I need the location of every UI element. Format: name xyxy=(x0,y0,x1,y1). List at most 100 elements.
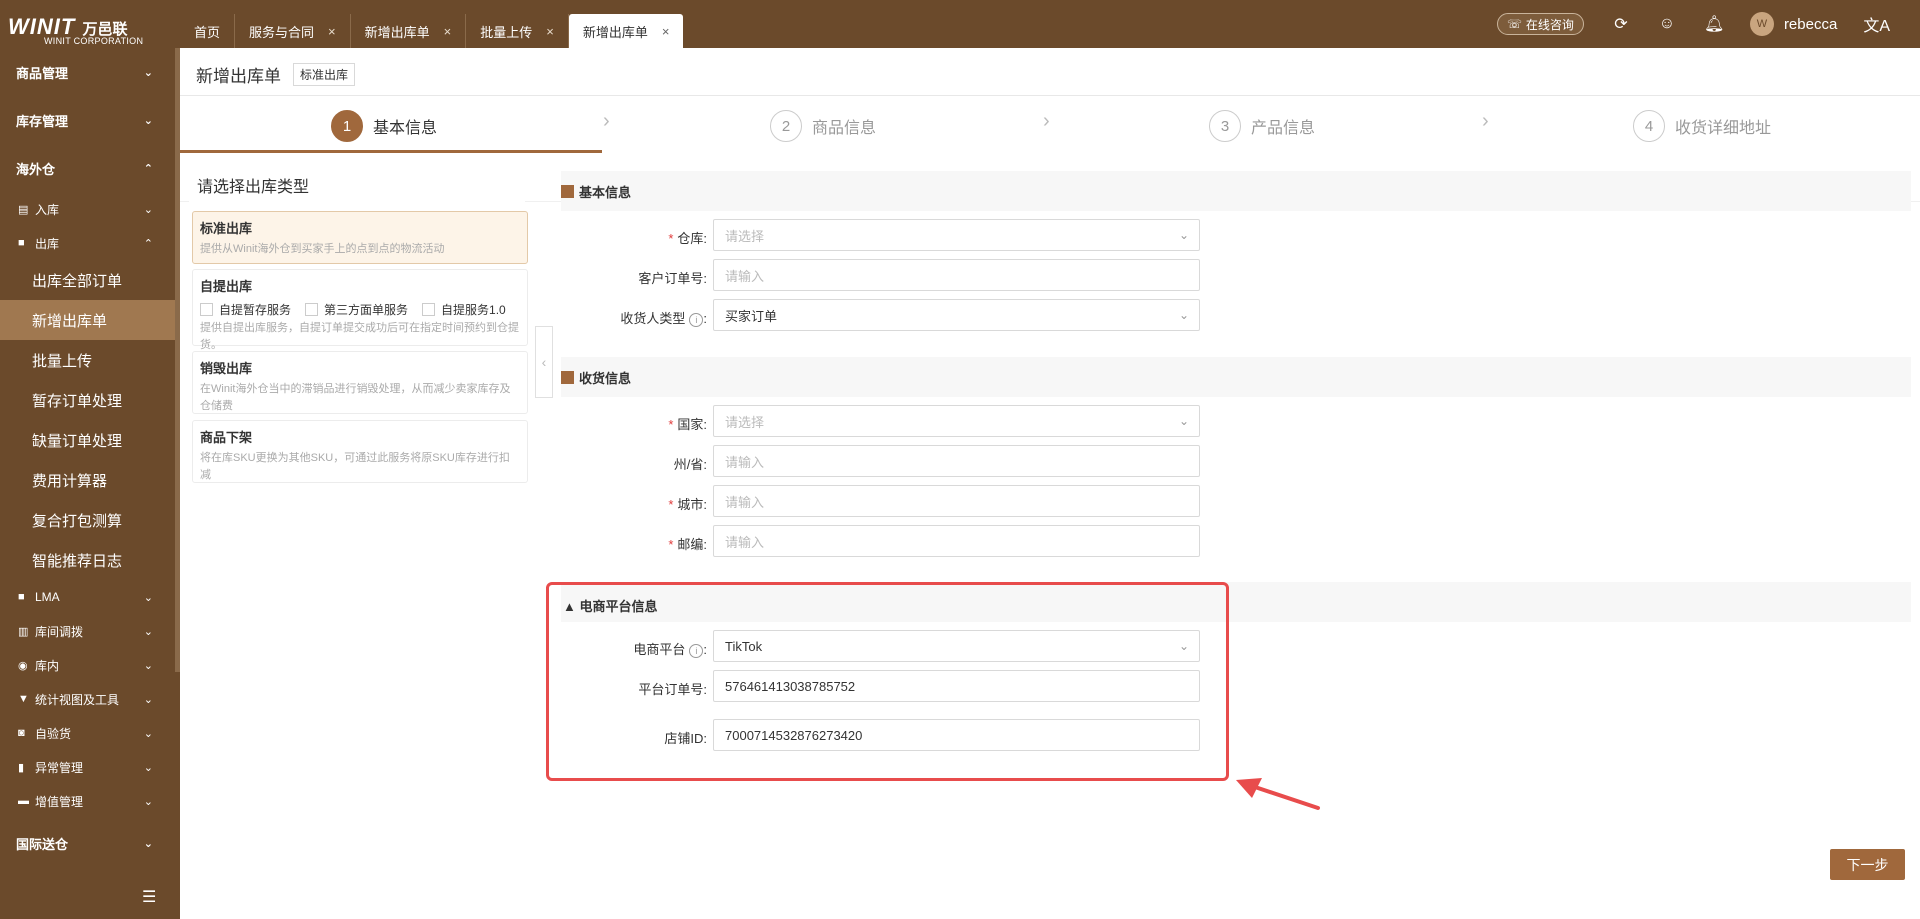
page-title: 新增出库单 xyxy=(196,67,281,86)
checkbox-label: 自提暂存服务 xyxy=(219,303,292,317)
sidebar-item-recommend-log[interactable]: 智能推荐日志 xyxy=(0,540,175,580)
zip-input[interactable]: 请输入 xyxy=(713,525,1200,557)
checkbox-third-party-label[interactable] xyxy=(305,303,319,316)
sub-label: 库内 xyxy=(35,658,60,673)
group-label: 商品管理 xyxy=(16,65,69,81)
card-goods-delist[interactable]: 商品下架 将在库SKU更换为其他SKU，可通过此服务将原SKU库存进行扣减 xyxy=(192,420,528,483)
chevron-down-icon: ⌄ xyxy=(143,625,153,638)
user-menu[interactable]: Wrebecca xyxy=(1749,12,1837,36)
sidebar-group-goods[interactable]: 商品管理 ⌄ xyxy=(0,48,175,96)
chevron-down-icon: ⌄ xyxy=(1178,414,1189,428)
state-input[interactable]: 请输入 xyxy=(713,445,1200,477)
sidebar-item-new-outbound[interactable]: 新增出库单 xyxy=(0,300,175,340)
card-pickup-outbound[interactable]: 自提出库 自提暂存服务 第三方面单服务 自提服务1.0 提供自提出库服务，自提订… xyxy=(192,269,528,351)
checkbox-pickup-v1[interactable] xyxy=(422,303,436,316)
highlight-box xyxy=(546,582,1229,781)
tab-service-contract[interactable]: 服务与合同 × xyxy=(235,14,351,48)
chevron-down-icon: ⌄ xyxy=(143,203,153,216)
close-icon[interactable]: × xyxy=(546,24,554,39)
active-step-underline xyxy=(180,150,602,153)
sidebar-item-fee-calc[interactable]: 费用计算器 xyxy=(0,460,175,500)
chevron-up-icon: ⌃ xyxy=(143,237,153,250)
sub-label: 入库 xyxy=(35,202,60,217)
sidebar-group-intl[interactable]: 国际送仓 ⌄ xyxy=(0,819,175,867)
customer-order-input[interactable]: 请输入 xyxy=(713,259,1200,291)
sidebar-sub-lma[interactable]: ■ LMA ⌄ xyxy=(0,580,175,614)
sidebar-sub-inhouse[interactable]: ◉ 库内 ⌄ xyxy=(0,648,175,682)
sidebar-sub-outbound[interactable]: ■ 出库 ⌃ xyxy=(0,226,175,260)
close-icon[interactable]: × xyxy=(662,24,670,39)
card-standard-outbound[interactable]: 标准出库 提供从Winit海外仓到买家手上的点到点的物流活动 xyxy=(192,211,528,264)
next-step-button[interactable]: 下一步 xyxy=(1830,849,1905,880)
tab-label: 首页 xyxy=(194,24,221,40)
consult-label: 在线咨询 xyxy=(1525,17,1574,32)
tab-label: 新增出库单 xyxy=(582,24,648,40)
input-placeholder: 请输入 xyxy=(725,454,765,470)
sidebar-sub-value-added[interactable]: ▬ 增值管理 ⌄ xyxy=(0,784,175,818)
sidebar-sub-transfer[interactable]: ▥ 库间调拨 ⌄ xyxy=(0,614,175,648)
sidebar-item-shortage[interactable]: 缺量订单处理 xyxy=(0,420,175,460)
sidebar-sub-inbound[interactable]: ▤ 入库 ⌄ xyxy=(0,192,175,226)
winit-logo[interactable]: WINIT 万邑联 WINIT CORPORATION xyxy=(8,14,168,48)
panel-collapse-toggle[interactable]: ‹ xyxy=(535,326,553,398)
step-address[interactable]: 4 收货详细地址 xyxy=(1633,110,1771,142)
country-select[interactable]: 请选择 ⌄ xyxy=(713,405,1200,437)
step-number: 4 xyxy=(1633,110,1665,142)
leaf-label: 费用计算器 xyxy=(32,472,108,490)
sidebar-item-staging[interactable]: 暂存订单处理 xyxy=(0,380,175,420)
collapse-menu-icon[interactable]: ☰ xyxy=(142,887,156,907)
sub-label: 增值管理 xyxy=(35,794,84,809)
card-destroy-outbound[interactable]: 销毁出库 在Winit海外仓当中的滞销品进行销毁处理，从而减少卖家库存及仓储费 xyxy=(192,351,528,414)
group-label: 海外仓 xyxy=(16,161,56,177)
tab-home[interactable]: 首页 xyxy=(180,14,236,48)
step-label: 商品信息 xyxy=(812,120,877,137)
chart-icon: ▥ xyxy=(18,625,29,638)
sub-label: 统计视图及工具 xyxy=(35,692,120,707)
warehouse-select[interactable]: 请选择 ⌄ xyxy=(713,219,1200,251)
camera-icon: ◙ xyxy=(18,727,25,739)
sidebar-sub-stats[interactable]: ▼ 统计视图及工具 ⌄ xyxy=(0,682,175,716)
sidebar-item-pack-calc[interactable]: 复合打包测算 xyxy=(0,500,175,540)
close-icon[interactable]: × xyxy=(328,24,336,39)
input-placeholder: 请输入 xyxy=(725,534,765,550)
sidebar-sub-self-inspect[interactable]: ◙ 自验货 ⌄ xyxy=(0,716,175,750)
card-title: 销毁出库 xyxy=(200,361,253,376)
sidebar-item-all-outbound[interactable]: 出库全部订单 xyxy=(0,260,175,300)
step-goods-info[interactable]: 2 商品信息 xyxy=(770,110,876,142)
checkbox-label: 自提服务1.0 xyxy=(441,303,506,317)
info-icon[interactable]: i xyxy=(689,312,704,327)
card-title: 标准出库 xyxy=(200,221,253,236)
close-icon[interactable]: × xyxy=(444,24,452,39)
sidebar-group-overseas[interactable]: 海外仓 ⌃ xyxy=(0,144,175,192)
sidebar-group-inventory[interactable]: 库存管理 ⌄ xyxy=(0,96,175,144)
consignee-type-select[interactable]: 买家订单 ⌄ xyxy=(713,299,1200,331)
sidebar-item-batch-upload[interactable]: 批量上传 xyxy=(0,340,175,380)
refresh-icon[interactable]: ⟳ xyxy=(1612,14,1630,34)
step-number: 2 xyxy=(770,110,802,142)
funnel-icon: ▼ xyxy=(18,693,29,705)
tab-new-outbound-1[interactable]: 新增出库单 × xyxy=(351,14,467,48)
sidebar-sub-exception[interactable]: ▮ 异常管理 ⌄ xyxy=(0,750,175,784)
tab-new-outbound-active[interactable]: 新增出库单 × xyxy=(568,14,684,48)
translate-icon[interactable]: 文A xyxy=(1863,12,1890,36)
leaf-label: 缺量订单处理 xyxy=(32,432,123,450)
step-product-info[interactable]: 3 产品信息 xyxy=(1209,110,1315,142)
select-value: 买家订单 xyxy=(725,308,778,324)
leaf-label: 出库全部订单 xyxy=(32,272,123,290)
step-basic-info[interactable]: 1 基本信息 xyxy=(331,110,437,142)
online-consult-button[interactable]: ☏ 在线咨询 xyxy=(1496,13,1584,35)
checkbox-pickup-staging[interactable] xyxy=(200,303,213,316)
card-desc: 提供从Winit海外仓到买家手上的点到点的物流活动 xyxy=(200,243,445,255)
tab-batch-upload[interactable]: 批量上传 × xyxy=(466,14,569,48)
feedback-icon[interactable]: ☺ xyxy=(1658,15,1676,33)
chevron-down-icon: ⌄ xyxy=(143,591,153,604)
country-label: * 国家: xyxy=(668,417,707,432)
sub-label: 自验货 xyxy=(35,726,72,741)
zip-label: * 邮编: xyxy=(668,537,707,552)
card-desc: 提供自提出库服务，自提订单提交成功后可在指定时间预约到仓提货。 xyxy=(200,322,519,351)
chevron-down-icon: ⌄ xyxy=(143,795,153,808)
city-input[interactable]: 请输入 xyxy=(713,485,1200,517)
header-actions: ☏ 在线咨询 ⟳ ☺ 🔔︎ Wrebecca 文A xyxy=(1496,0,1920,48)
bell-icon[interactable]: 🔔︎ xyxy=(1704,14,1724,34)
chevron-down-icon: ⌄ xyxy=(1178,228,1189,242)
